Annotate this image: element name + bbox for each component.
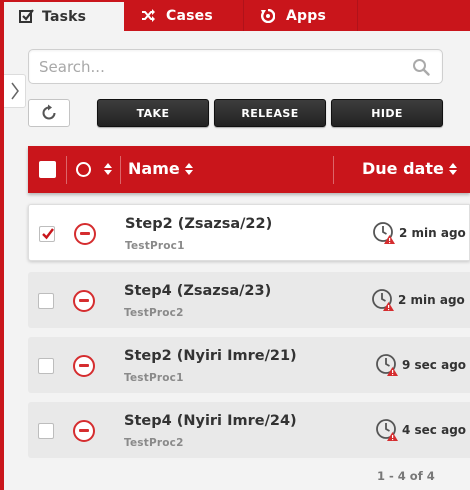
column-header-name-label: Name	[128, 159, 180, 178]
overdue-clock-icon	[376, 419, 398, 441]
task-row[interactable]: Step2 (Nyiri Imre/21) TestProc1 9 sec ago	[28, 337, 470, 393]
task-title[interactable]: Step2 (Nyiri Imre/21)	[124, 348, 297, 364]
task-due-date: 2 min ago	[399, 226, 466, 240]
select-all-checkbox[interactable]	[39, 161, 56, 178]
row-checkbox[interactable]	[38, 358, 54, 374]
column-header-due-date[interactable]: Due date	[362, 159, 457, 178]
expand-panel-button[interactable]	[4, 74, 26, 108]
hide-button[interactable]: HIDE	[331, 99, 443, 127]
overdue-clock-icon	[373, 222, 395, 244]
task-title[interactable]: Step4 (Nyiri Imre/24)	[124, 413, 297, 429]
task-row[interactable]: Step4 (Nyiri Imre/24) TestProc2 4 sec ago	[28, 402, 470, 458]
search-icon[interactable]	[412, 58, 430, 76]
column-header-due-date-label: Due date	[362, 159, 444, 178]
tab-tasks-label: Tasks	[42, 8, 87, 25]
sort-icon	[448, 162, 457, 175]
row-checkbox[interactable]	[39, 226, 55, 242]
priority-blocked-icon	[73, 420, 95, 442]
shuffle-icon	[140, 8, 156, 24]
header-divider	[120, 156, 121, 184]
task-due-date: 2 min ago	[398, 293, 465, 307]
row-checkbox[interactable]	[38, 423, 54, 439]
tab-tasks[interactable]: Tasks	[0, 0, 124, 31]
task-app: Tasks Cases Apps TAKE RELEASE HIDE	[0, 0, 470, 490]
task-process: TestProc2	[124, 437, 184, 449]
chevron-right-icon	[10, 82, 19, 100]
tab-apps[interactable]: Apps	[244, 0, 358, 31]
checkbox-icon	[18, 9, 34, 25]
tab-apps-label: Apps	[286, 7, 327, 24]
sort-icon	[184, 162, 193, 175]
task-row[interactable]: Step2 (Zsazsa/22) TestProc1 2 min ago	[28, 204, 470, 261]
refresh-icon	[42, 104, 56, 120]
take-button[interactable]: TAKE	[97, 99, 209, 127]
apps-icon	[260, 8, 276, 24]
task-due-date: 4 sec ago	[402, 423, 467, 437]
search-box	[28, 49, 443, 84]
release-button[interactable]: RELEASE	[214, 99, 326, 127]
task-process: TestProc1	[124, 372, 184, 384]
overdue-clock-icon	[372, 289, 394, 311]
header-divider	[333, 156, 334, 184]
priority-blocked-icon	[73, 355, 95, 377]
task-title[interactable]: Step2 (Zsazsa/22)	[125, 216, 272, 232]
task-process: TestProc1	[125, 240, 185, 252]
task-due-date: 9 sec ago	[402, 358, 467, 372]
tab-cases[interactable]: Cases	[124, 0, 244, 31]
header-divider	[66, 156, 67, 184]
task-row[interactable]: Step4 (Zsazsa/23) TestProc2 2 min ago	[28, 272, 470, 328]
table-header: Name Due date	[28, 146, 470, 193]
task-title[interactable]: Step4 (Zsazsa/23)	[124, 283, 271, 299]
tab-bar: Tasks Cases Apps	[0, 0, 470, 31]
refresh-button[interactable]	[28, 99, 70, 127]
column-header-name[interactable]: Name	[128, 159, 193, 178]
priority-blocked-icon	[74, 223, 96, 245]
checkmark-icon	[42, 228, 54, 240]
priority-column-icon	[76, 162, 91, 177]
tab-cases-label: Cases	[166, 7, 213, 24]
row-checkbox[interactable]	[38, 293, 54, 309]
search-input[interactable]	[29, 50, 389, 83]
priority-blocked-icon	[73, 290, 95, 312]
task-process: TestProc2	[124, 307, 184, 319]
pagination-info: 1 - 4 of 4	[377, 469, 435, 483]
sort-priority-icon[interactable]	[104, 163, 112, 175]
overdue-clock-icon	[376, 354, 398, 376]
